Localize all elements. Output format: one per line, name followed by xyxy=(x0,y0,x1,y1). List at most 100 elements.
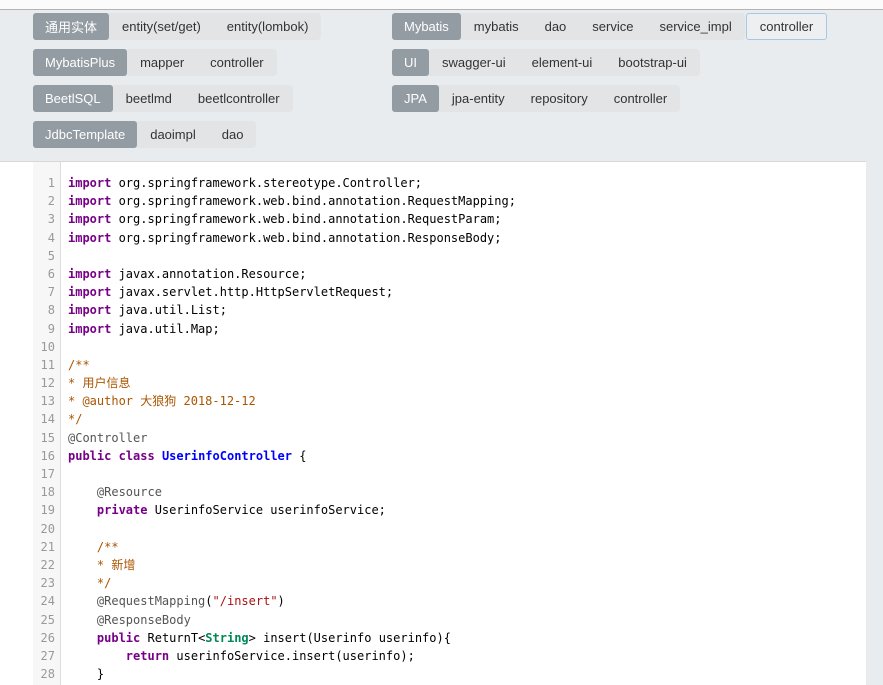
code-line-21: /** xyxy=(68,538,866,556)
code-line-11: /** xyxy=(68,356,866,374)
group-pill-jdbctemplate: JdbcTemplatedaoimpldao xyxy=(33,121,256,148)
line-number-10: 10 xyxy=(38,338,55,356)
token-keyword: import xyxy=(68,267,111,281)
tab-beetlcontroller[interactable]: beetlcontroller xyxy=(185,85,293,112)
template-group-mybatisplus: MybatisPlusmappercontroller xyxy=(33,49,277,76)
line-number-11: 11 xyxy=(38,356,55,374)
code-line-19: private UserinfoService userinfoService; xyxy=(68,501,866,519)
line-number-24: 24 xyxy=(38,592,55,610)
group-label-mybatisplus: MybatisPlus xyxy=(33,49,127,76)
group-label-ui: UI xyxy=(392,49,429,76)
group-label-通用实体: 通用实体 xyxy=(33,13,109,40)
line-number-27: 27 xyxy=(38,647,55,665)
token-comment: * @author 大狼狗 2018-12-12 xyxy=(68,394,256,408)
token-plain: { xyxy=(292,449,306,463)
token-comment: * 新增 xyxy=(97,558,135,572)
line-number-1: 1 xyxy=(38,174,55,192)
token-annotation: @Resource xyxy=(97,485,162,499)
template-group-beetlsql: BeetlSQLbeetlmdbeetlcontroller xyxy=(33,85,293,112)
token-comment: */ xyxy=(97,576,111,590)
group-pill-通用实体: 通用实体entity(set/get)entity(lombok) xyxy=(33,13,321,40)
token-keyword: return xyxy=(126,649,169,663)
token-keyword: import xyxy=(68,303,111,317)
token-plain xyxy=(68,594,97,608)
template-group-通用实体: 通用实体entity(set/get)entity(lombok) xyxy=(33,13,321,40)
group-label-jdbctemplate: JdbcTemplate xyxy=(33,121,137,148)
tab-daoimpl[interactable]: daoimpl xyxy=(137,121,209,148)
line-number-5: 5 xyxy=(38,247,55,265)
token-plain xyxy=(68,631,97,645)
code-line-25: @ResponseBody xyxy=(68,611,866,629)
code-line-16: public class UserinfoController { xyxy=(68,447,866,465)
template-group-ui: UIswagger-uielement-uibootstrap-ui xyxy=(392,49,700,76)
tab-bootstrap-ui[interactable]: bootstrap-ui xyxy=(605,49,700,76)
tab-jpa-entity[interactable]: jpa-entity xyxy=(439,85,518,112)
tab-controller[interactable]: controller xyxy=(601,85,680,112)
token-keyword: public xyxy=(68,449,111,463)
line-number-26: 26 xyxy=(38,629,55,647)
tab-controller[interactable]: controller xyxy=(197,49,276,76)
code-line-28: } xyxy=(68,665,866,683)
token-plain xyxy=(68,558,97,572)
line-number-21: 21 xyxy=(38,538,55,556)
token-comment: * 用户信息 xyxy=(68,376,130,390)
code-line-23: */ xyxy=(68,574,866,592)
token-plain: java.util.Map; xyxy=(111,322,219,336)
token-keyword: class xyxy=(119,449,155,463)
token-annotation: @ResponseBody xyxy=(97,613,191,627)
template-group-jpa: JPAjpa-entityrepositorycontroller xyxy=(392,85,680,112)
tab-service-impl[interactable]: service_impl xyxy=(646,13,744,40)
code-line-15: @Controller xyxy=(68,429,866,447)
tab-entity-lombok-[interactable]: entity(lombok) xyxy=(214,13,322,40)
tab-service[interactable]: service xyxy=(579,13,646,40)
token-plain xyxy=(68,613,97,627)
token-plain xyxy=(68,503,97,517)
token-plain: org.springframework.stereotype.Controlle… xyxy=(111,176,422,190)
token-plain: javax.servlet.http.HttpServletRequest; xyxy=(111,285,393,299)
token-plain: java.util.List; xyxy=(111,303,227,317)
code-line-27: return userinfoService.insert(userinfo); xyxy=(68,647,866,665)
token-plain: > insert(Userinfo userinfo){ xyxy=(249,631,451,645)
tab-mybatis[interactable]: mybatis xyxy=(461,13,532,40)
code-line-26: public ReturnT<String> insert(Userinfo u… xyxy=(68,629,866,647)
line-number-28: 28 xyxy=(38,665,55,683)
tab-mapper[interactable]: mapper xyxy=(127,49,197,76)
main-area: 1234567891011121314151617181920212223242… xyxy=(0,161,883,685)
line-number-7: 7 xyxy=(38,283,55,301)
line-number-8: 8 xyxy=(38,301,55,319)
token-plain: org.springframework.web.bind.annotation.… xyxy=(111,212,501,226)
group-label-jpa: JPA xyxy=(392,85,439,112)
code-editor[interactable]: 1234567891011121314151617181920212223242… xyxy=(0,161,866,685)
token-comment: /** xyxy=(68,358,90,372)
group-pill-mybatisplus: MybatisPlusmappercontroller xyxy=(33,49,277,76)
token-plain: userinfoService.insert(userinfo); xyxy=(169,649,415,663)
tab-dao[interactable]: dao xyxy=(532,13,580,40)
line-number-12: 12 xyxy=(38,374,55,392)
token-plain: javax.annotation.Resource; xyxy=(111,267,306,281)
token-plain xyxy=(68,485,97,499)
tab-entity-set-get-[interactable]: entity(set/get) xyxy=(109,13,214,40)
tab-beetlmd[interactable]: beetlmd xyxy=(113,85,185,112)
tab-controller[interactable]: controller xyxy=(746,13,827,40)
token-keyword: public xyxy=(97,631,140,645)
tab-dao[interactable]: dao xyxy=(209,121,257,148)
token-annotation: @Controller xyxy=(68,431,147,445)
token-plain xyxy=(68,576,97,590)
code-line-6: import javax.annotation.Resource; xyxy=(68,265,866,283)
tab-repository[interactable]: repository xyxy=(518,85,601,112)
code-line-18: @Resource xyxy=(68,483,866,501)
template-toolbar: 通用实体entity(set/get)entity(lombok) Mybatis… xyxy=(0,10,883,161)
token-plain: ReturnT< xyxy=(140,631,205,645)
line-number-16: 16 xyxy=(38,447,55,465)
tab-element-ui[interactable]: element-ui xyxy=(519,49,606,76)
line-number-23: 23 xyxy=(38,574,55,592)
code-line-1: import org.springframework.stereotype.Co… xyxy=(68,174,866,192)
group-pill-jpa: JPAjpa-entityrepositorycontroller xyxy=(392,85,680,112)
token-plain: } xyxy=(68,667,104,681)
line-number-3: 3 xyxy=(38,210,55,228)
tab-swagger-ui[interactable]: swagger-ui xyxy=(429,49,519,76)
token-plain xyxy=(155,449,162,463)
group-pill-mybatis: Mybatismybatisdaoserviceservice_impl xyxy=(392,13,745,40)
line-number-2: 2 xyxy=(38,192,55,210)
line-number-17: 17 xyxy=(38,465,55,483)
